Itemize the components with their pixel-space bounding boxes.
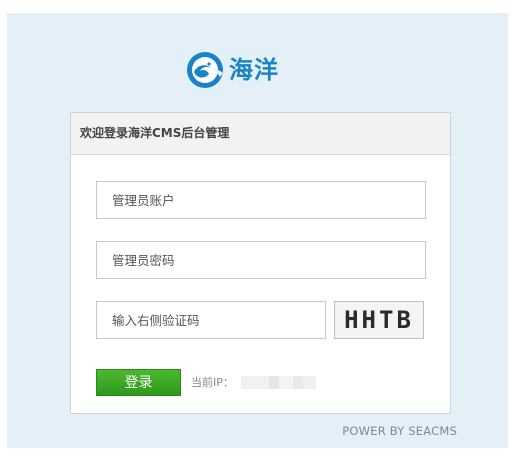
- ip-value-masked: [241, 376, 316, 389]
- password-input[interactable]: [97, 242, 425, 278]
- login-button[interactable]: 登录: [96, 369, 181, 396]
- captcha-field[interactable]: [96, 301, 326, 339]
- login-panel: 欢迎登录海洋CMS后台管理 HHTB 登录 当前IP：: [70, 112, 451, 414]
- ip-label: 当前IP：: [191, 376, 234, 389]
- logo-text: 海洋: [229, 56, 279, 84]
- username-field[interactable]: [96, 181, 426, 219]
- powered-by-text: POWER BY SEACMS: [342, 424, 457, 438]
- wave-logo-icon: [185, 50, 225, 90]
- password-field[interactable]: [96, 241, 426, 279]
- captcha-input[interactable]: [97, 302, 325, 338]
- username-input[interactable]: [97, 182, 425, 218]
- captcha-image[interactable]: HHTB: [334, 301, 424, 339]
- captcha-text: HHTB: [344, 306, 414, 334]
- panel-title: 欢迎登录海洋CMS后台管理: [71, 113, 450, 155]
- site-logo: 海洋: [185, 49, 305, 91]
